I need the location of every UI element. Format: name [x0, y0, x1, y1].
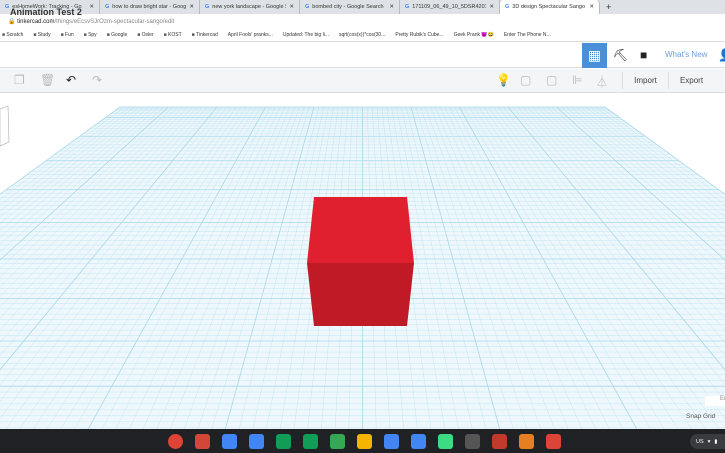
url-host: tinkercad.com: [17, 18, 55, 25]
bookmark-item[interactable]: Geek Prank 😈😂: [454, 32, 494, 38]
drive-icon[interactable]: [438, 434, 453, 449]
maps-icon[interactable]: [330, 434, 345, 449]
docs-icon[interactable]: [249, 434, 264, 449]
bookmark-item[interactable]: sqrt(cos(x))*cos(30...: [339, 32, 385, 38]
bookmark-item[interactable]: Osler: [137, 32, 154, 38]
bookmarks-bar: Scratch Study Fun Spy Google Osler KOST Tinkerc…: [0, 29, 725, 42]
close-tab-icon[interactable]: ✕: [89, 4, 94, 10]
classroom-icon[interactable]: [276, 434, 291, 449]
bricks-icon[interactable]: ■: [640, 48, 647, 62]
lock-icon: 🔒: [8, 19, 18, 25]
bookmark-item[interactable]: Enter The Phone N...: [504, 32, 551, 38]
chrome-icon[interactable]: [168, 434, 183, 449]
user-icon[interactable]: 👤: [718, 48, 725, 62]
favicon-icon: G: [105, 4, 110, 10]
close-tab-icon[interactable]: ✕: [589, 4, 594, 10]
cube-front-face[interactable]: [307, 263, 414, 326]
export-button[interactable]: Export: [668, 72, 714, 89]
bookmark-item[interactable]: Google: [107, 32, 127, 38]
tab-title: 171109_06_49_10_5DSR4201.0: [412, 4, 487, 10]
grid-icon: ▦: [587, 47, 602, 63]
terminal-icon[interactable]: [492, 434, 507, 449]
close-tab-icon[interactable]: ✕: [189, 4, 194, 10]
bookmark-item[interactable]: Pretty Rubik's Cube...: [395, 32, 443, 38]
bookmark-item[interactable]: Fun: [61, 32, 74, 38]
mirror-icon[interactable]: ⏃: [596, 73, 608, 90]
whats-new-link[interactable]: What's New: [665, 50, 707, 59]
new-tab-button[interactable]: +: [600, 0, 617, 14]
browser-tab[interactable]: Gnew york landscape - Google Se ✕: [200, 0, 300, 14]
import-button[interactable]: Import: [622, 72, 668, 89]
close-tab-icon[interactable]: ✕: [489, 4, 494, 10]
close-tab-icon[interactable]: ✕: [389, 4, 394, 10]
light-bulb-icon[interactable]: 💡: [496, 73, 511, 87]
calendar-icon[interactable]: [384, 434, 399, 449]
system-tray[interactable]: US ▾ ▮: [690, 434, 725, 449]
files-icon[interactable]: [222, 434, 237, 449]
toolbar: [0, 69, 725, 93]
undo-icon[interactable]: ↶: [66, 73, 76, 87]
browser-tab[interactable]: Gbombed city - Google Search ✕: [300, 0, 400, 14]
tinkercad-icon[interactable]: [546, 434, 561, 449]
browser-tab[interactable]: G 3D design Spectacular Sango | T ✕: [500, 0, 600, 14]
wifi-icon: ▾: [707, 438, 711, 445]
android-icon[interactable]: [465, 434, 480, 449]
workplane-grid[interactable]: [0, 94, 725, 435]
favicon-icon: G: [305, 4, 310, 10]
workplane-canvas[interactable]: [0, 94, 725, 435]
snap-grid-label[interactable]: Snap Grid: [686, 413, 715, 420]
redo-icon[interactable]: ↷: [92, 73, 102, 87]
group-icon[interactable]: ▢: [520, 73, 531, 87]
bookmark-item[interactable]: April Fools' pranks...: [228, 32, 273, 38]
bookmark-item[interactable]: Scratch: [2, 32, 23, 38]
keyboard-layout: US: [696, 438, 704, 445]
cube-top-face[interactable]: [307, 197, 414, 263]
copy-icon[interactable]: ❐: [14, 73, 25, 87]
battery-icon: ▮: [714, 438, 718, 445]
bookmark-item[interactable]: Updated: The big li...: [283, 32, 329, 38]
drive-upload-icon[interactable]: [411, 434, 426, 449]
3d-design-view-button[interactable]: ▦: [582, 43, 607, 68]
browser-tab[interactable]: G 171109_06_49_10_5DSR4201.0 ✕: [400, 0, 500, 14]
pickaxe-icon[interactable]: ⛏: [613, 48, 628, 62]
favicon-icon: G: [405, 4, 410, 10]
favicon-icon: G: [5, 4, 10, 10]
ungroup-icon[interactable]: ▢: [546, 73, 557, 87]
tab-strip: GesHomeWork: Tracking - Go ✕ Ghow to draw …: [0, 0, 725, 14]
view-cube[interactable]: [0, 105, 10, 147]
slides-icon[interactable]: [303, 434, 318, 449]
delete-icon[interactable]: 🗑: [40, 73, 55, 87]
gmail-icon[interactable]: [195, 434, 210, 449]
tab-title: bombed city - Google Search: [312, 4, 384, 10]
browser-tab[interactable]: Ghow to draw bright star - Google ✕: [100, 0, 200, 14]
url-path: /things/eEcsvSJrOzm-spectacular-sango/ed…: [54, 18, 175, 25]
bookmark-item[interactable]: Tinkercad: [192, 32, 218, 38]
favicon-icon: G: [505, 4, 510, 10]
close-tab-icon[interactable]: ✕: [289, 4, 294, 10]
bookmark-item[interactable]: Spy: [84, 32, 97, 38]
favicon-icon: G: [205, 4, 210, 10]
tab-title: 3D design Spectacular Sango | T: [512, 4, 587, 10]
design-title[interactable]: Animation Test 2: [10, 7, 82, 17]
align-icon[interactable]: ⊫: [572, 73, 582, 87]
address-bar[interactable]: 🔒 tinkercad.com/things/eEcsvSJrOzm-spect…: [0, 14, 725, 29]
bookmark-item[interactable]: Study: [33, 32, 51, 38]
screencastify-icon[interactable]: [519, 434, 534, 449]
tab-title: new york landscape - Google Se: [212, 4, 287, 10]
edit-grid-button[interactable]: Ed: [705, 396, 725, 406]
bookmark-item[interactable]: KOST: [164, 32, 182, 38]
photos-icon[interactable]: [357, 434, 372, 449]
tab-title: how to draw bright star - Google: [112, 4, 187, 10]
